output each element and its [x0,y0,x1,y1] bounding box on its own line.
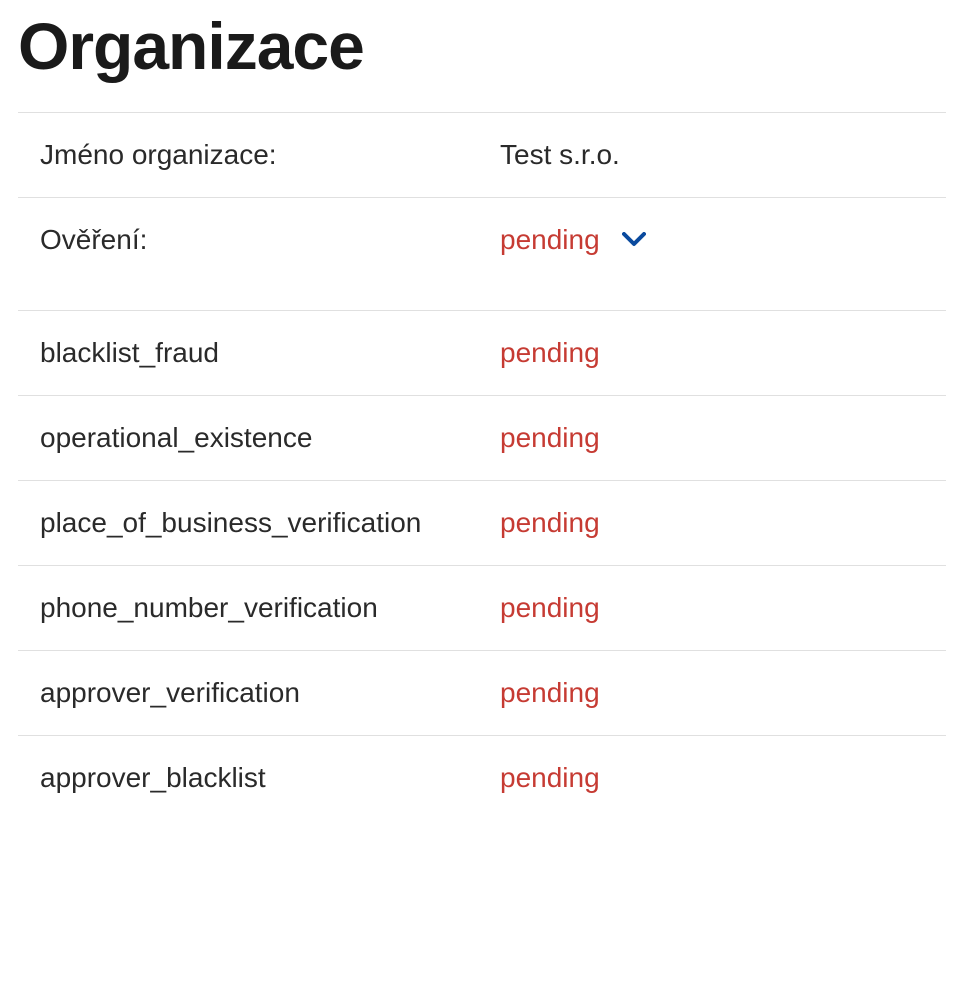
org-name-value: Test s.r.o. [500,139,946,171]
check-status: pending [500,677,600,709]
verification-label: Ověření: [40,224,500,256]
check-row: approver_blacklist pending [18,735,946,820]
check-status: pending [500,507,600,539]
check-status: pending [500,337,600,369]
check-label: approver_verification [40,677,500,709]
check-label: place_of_business_verification [40,507,500,539]
check-label: phone_number_verification [40,592,500,624]
check-row: approver_verification pending [18,650,946,735]
chevron-down-icon[interactable] [622,228,646,252]
check-label: approver_blacklist [40,762,500,794]
check-status: pending [500,592,600,624]
check-row: phone_number_verification pending [18,565,946,650]
check-row: operational_existence pending [18,395,946,480]
org-name-row: Jméno organizace: Test s.r.o. [18,112,946,197]
verification-row: Ověření: pending [18,197,946,310]
check-label: operational_existence [40,422,500,454]
check-row: blacklist_fraud pending [18,310,946,395]
verification-status: pending [500,224,600,256]
check-status: pending [500,762,600,794]
org-name-label: Jméno organizace: [40,139,500,171]
check-label: blacklist_fraud [40,337,500,369]
check-status: pending [500,422,600,454]
page-title: Organizace [18,0,946,112]
check-row: place_of_business_verification pending [18,480,946,565]
